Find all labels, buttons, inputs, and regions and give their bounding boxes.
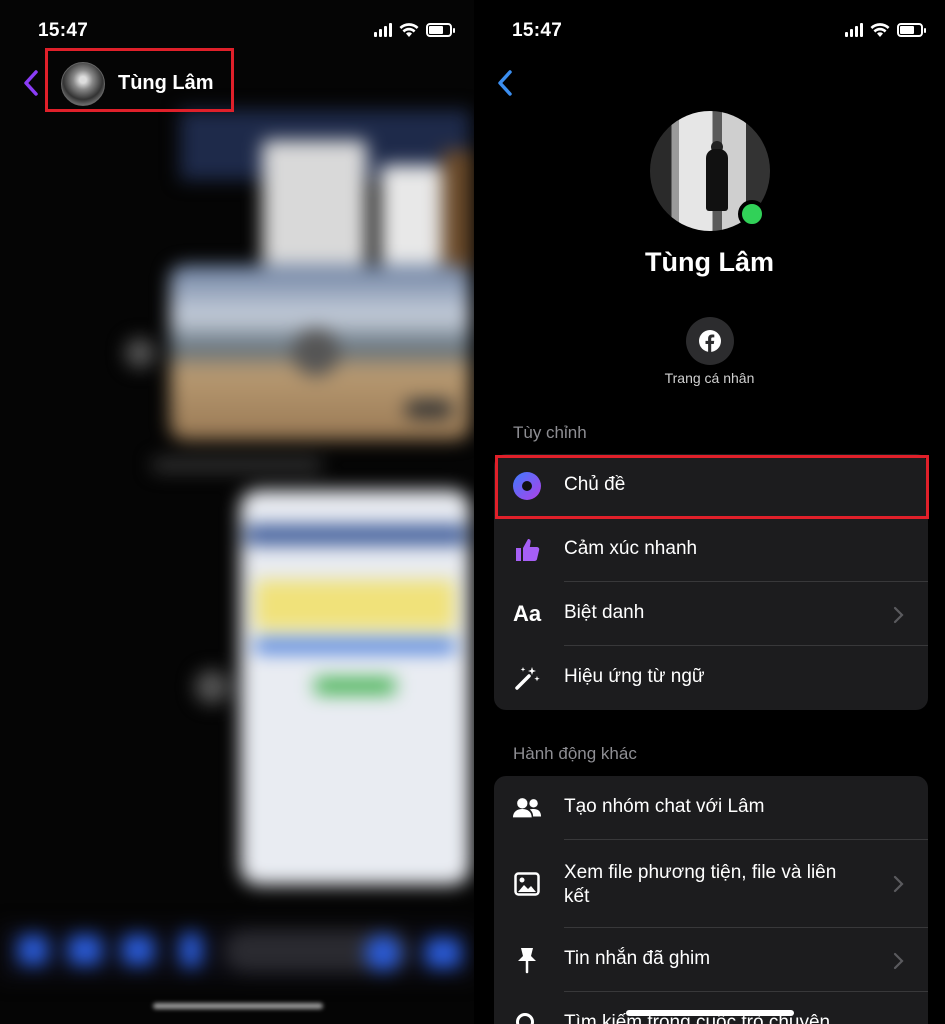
menu-item-word-effects[interactable]: Hiệu ứng từ ngữ <box>494 646 928 710</box>
chevron-right-icon <box>893 875 904 893</box>
menu-item-pinned-messages[interactable]: Tin nhắn đã ghim <box>494 928 928 992</box>
facebook-profile-button[interactable] <box>686 317 734 365</box>
thumbs-up-icon <box>512 535 542 565</box>
image-icon <box>512 869 542 899</box>
status-time: 15:47 <box>512 20 563 41</box>
menu-item-create-group[interactable]: Tạo nhóm chat với Lâm <box>494 776 928 840</box>
facebook-icon <box>699 330 721 352</box>
section-title-other-actions: Hành động khác <box>513 744 637 763</box>
menu-item-label: Tạo nhóm chat với Lâm <box>564 796 765 817</box>
menu-item-label: Biệt danh <box>564 602 645 623</box>
group-icon <box>512 793 542 823</box>
nickname-icon: Aa <box>512 601 542 626</box>
blurred-messages <box>0 0 474 1024</box>
status-bar: 15:47 <box>0 18 474 44</box>
chevron-right-icon <box>893 606 904 624</box>
home-indicator <box>153 1003 323 1009</box>
home-indicator <box>626 1010 794 1016</box>
menu-item-label: Tin nhắn đã ghim <box>564 948 711 969</box>
wifi-icon <box>870 23 890 37</box>
pin-icon <box>512 945 542 975</box>
profile-button-label: Trang cá nhân <box>664 370 755 386</box>
status-bar: 15:47 <box>474 18 945 44</box>
battery-icon <box>897 23 926 37</box>
magic-wand-icon <box>512 663 542 693</box>
menu-item-media-files[interactable]: Xem file phương tiện, file và liên kết <box>494 840 928 928</box>
signal-icon <box>845 23 863 37</box>
menu-item-quick-reaction[interactable]: Cảm xúc nhanh <box>494 518 928 582</box>
highlight-box <box>45 48 234 112</box>
search-icon <box>512 1009 542 1024</box>
menu-item-search-conversation[interactable]: Tìm kiếm trong cuộc trò chuyện <box>494 992 928 1024</box>
menu-item-label: Xem file phương tiện, file và liên kết <box>564 862 837 907</box>
wifi-icon <box>399 23 419 37</box>
back-arrow-icon[interactable] <box>20 68 44 98</box>
chat-conversation-pane: 15:47 Tùng Lâm <box>0 0 474 1024</box>
status-time: 15:47 <box>38 20 89 41</box>
highlight-box <box>495 455 929 519</box>
online-status-dot <box>738 200 766 228</box>
menu-item-label: Hiệu ứng từ ngữ <box>564 666 705 687</box>
menu-item-nickname[interactable]: Aa Biệt danh <box>494 582 928 646</box>
profile-name: Tùng Lâm <box>645 247 774 277</box>
back-arrow-icon[interactable] <box>494 68 518 98</box>
signal-icon <box>374 23 392 37</box>
menu-item-label: Cảm xúc nhanh <box>564 538 698 559</box>
section-title-customize: Tùy chỉnh <box>513 423 587 442</box>
other-actions-group: Tạo nhóm chat với Lâm Xem file phương ti… <box>494 776 928 1024</box>
battery-icon <box>426 23 455 37</box>
chevron-right-icon <box>893 952 904 970</box>
